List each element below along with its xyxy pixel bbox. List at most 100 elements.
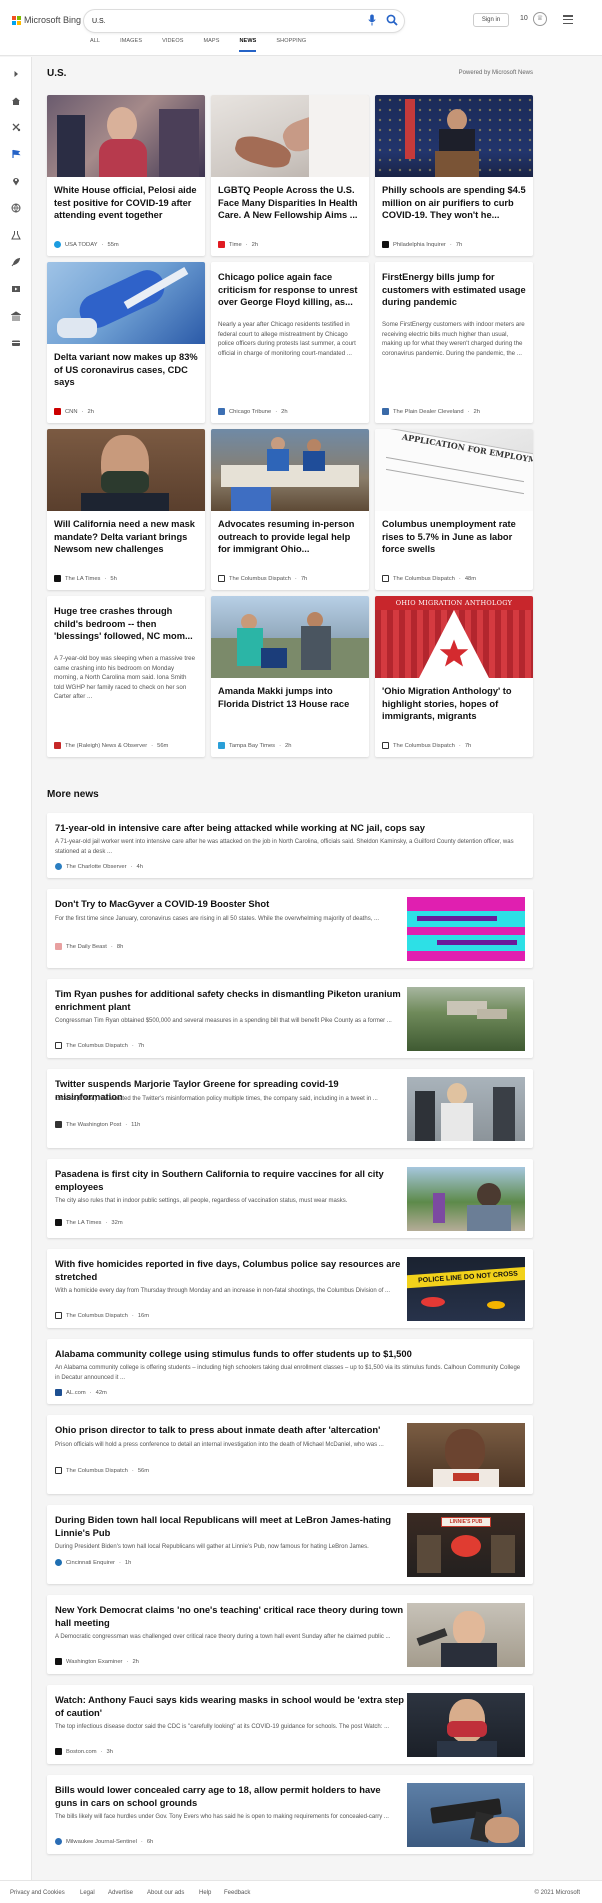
- home-icon[interactable]: [11, 96, 21, 106]
- search-input[interactable]: [92, 14, 352, 28]
- row-headline[interactable]: Don't Try to MacGyver a COVID-19 Booster…: [55, 898, 405, 911]
- row-headline[interactable]: Watch: Anthony Fauci says kids wearing m…: [55, 1694, 405, 1719]
- bank-icon[interactable]: [11, 311, 21, 321]
- card-headline[interactable]: Delta variant now makes up 83% of US cor…: [47, 344, 205, 395]
- news-card[interactable]: Will California need a new mask mandate?…: [47, 429, 205, 590]
- footer-link-feedback[interactable]: Feedback: [224, 1890, 250, 1896]
- sign-in-button[interactable]: Sign in: [473, 13, 509, 27]
- rewards-count[interactable]: 10: [520, 15, 528, 22]
- news-card[interactable]: Amanda Makki jumps into Florida District…: [211, 596, 369, 757]
- card-time: 2h: [251, 241, 259, 248]
- rewards-icon[interactable]: ♕: [533, 12, 547, 26]
- tab-news[interactable]: NEWS: [239, 37, 257, 52]
- bing-logo[interactable]: Microsoft Bing: [12, 15, 81, 25]
- card-headline[interactable]: Columbus unemployment rate rises to 5.7%…: [375, 511, 533, 562]
- news-card[interactable]: White House official, Pelosi aide test p…: [47, 95, 205, 256]
- row-headline[interactable]: New York Democrat claims 'no one's teach…: [55, 1604, 405, 1629]
- science-icon[interactable]: [11, 230, 21, 240]
- card-headline[interactable]: Advocates resuming in-person outreach to…: [211, 511, 369, 562]
- expand-icon[interactable]: [11, 69, 21, 79]
- news-row[interactable]: Ohio prison director to talk to press ab…: [47, 1415, 533, 1494]
- row-headline[interactable]: Tim Ryan pushes for additional safety ch…: [55, 988, 405, 1013]
- news-row[interactable]: 71-year-old in intensive care after bein…: [47, 813, 533, 878]
- news-card[interactable]: Advocates resuming in-person outreach to…: [211, 429, 369, 590]
- row-headline[interactable]: Pasadena is first city in Southern Calif…: [55, 1168, 405, 1193]
- row-headline[interactable]: With five homicides reported in five day…: [55, 1258, 405, 1283]
- police-tape-photo: POLICE LINE DO NOT CROSS: [407, 1257, 525, 1321]
- card-headline[interactable]: 'Ohio Migration Anthology' to highlight …: [375, 678, 533, 729]
- tab-videos[interactable]: VIDEOS: [162, 37, 183, 52]
- news-row[interactable]: During Biden town hall local Republicans…: [47, 1505, 533, 1584]
- news-row[interactable]: New York Democrat claims 'no one's teach…: [47, 1595, 533, 1674]
- card-headline[interactable]: FirstEnergy bills jump for customers wit…: [375, 262, 533, 314]
- row-source: Boston.com: [66, 1748, 97, 1755]
- news-card[interactable]: Philly schools are spending $4.5 million…: [375, 95, 533, 256]
- row-source: AL.com: [66, 1389, 86, 1396]
- row-snippet: For the first time since January, corona…: [55, 916, 380, 922]
- rocket-icon[interactable]: [11, 257, 21, 267]
- row-source: The Daily Beast: [66, 943, 107, 950]
- news-card[interactable]: FirstEnergy bills jump for customers wit…: [375, 262, 533, 423]
- handgun-photo: [407, 1783, 525, 1847]
- top-bar: Microsoft Bing Sign in 10 ♕ ALL IMAGES V…: [0, 0, 602, 56]
- row-headline[interactable]: Ohio prison director to talk to press ab…: [55, 1424, 405, 1437]
- row-snippet: A 71-year-old jail worker went into inte…: [55, 839, 514, 855]
- pasadena-photo: [407, 1167, 525, 1231]
- card-snippet: A 7-year-old boy was sleeping when a mas…: [54, 655, 196, 700]
- row-headline[interactable]: Alabama community college using stimulus…: [55, 1348, 525, 1361]
- microphone-icon[interactable]: [368, 14, 376, 26]
- footer-link-about-ads[interactable]: About our ads: [147, 1890, 184, 1896]
- card-source: The Columbus Dispatch: [229, 575, 291, 582]
- anthology-photo: OHIO MIGRATION ANTHOLOGY: [375, 596, 533, 678]
- row-time: 6h: [146, 1838, 154, 1845]
- card-headline[interactable]: Huge tree crashes through child's bedroo…: [47, 596, 205, 648]
- card-headline[interactable]: Chicago police again face criticism for …: [211, 262, 369, 314]
- footer-link-advertise[interactable]: Advertise: [108, 1890, 133, 1896]
- sports-icon[interactable]: [11, 122, 21, 132]
- news-row[interactable]: Twitter suspends Marjorie Taylor Greene …: [47, 1069, 533, 1148]
- card-headline[interactable]: Philly schools are spending $4.5 million…: [375, 177, 533, 228]
- flag-icon[interactable]: [11, 149, 21, 159]
- news-row[interactable]: Bills would lower concealed carry age to…: [47, 1775, 533, 1854]
- news-card[interactable]: Huge tree crashes through child's bedroo…: [47, 596, 205, 757]
- tab-shopping[interactable]: SHOPPING: [276, 37, 306, 52]
- news-row[interactable]: Don't Try to MacGyver a COVID-19 Booster…: [47, 889, 533, 968]
- card-headline[interactable]: White House official, Pelosi aide test p…: [47, 177, 205, 228]
- news-card[interactable]: APPLICATION FOR EMPLOYMENT Columbus unem…: [375, 429, 533, 590]
- news-row[interactable]: Watch: Anthony Fauci says kids wearing m…: [47, 1685, 533, 1764]
- footer-link-help[interactable]: Help: [199, 1890, 211, 1896]
- cnn-icon: [54, 408, 61, 415]
- card-headline[interactable]: LGBTQ People Across the U.S. Face Many D…: [211, 177, 369, 228]
- card-time: 56m: [157, 742, 169, 749]
- search-icon[interactable]: [386, 14, 398, 26]
- row-source: The Columbus Dispatch: [66, 1312, 128, 1319]
- row-snippet: The city also rules that in indoor publi…: [55, 1198, 348, 1204]
- microsoft-logo-icon: [12, 15, 21, 25]
- footer-link-legal[interactable]: Legal: [80, 1890, 95, 1896]
- footer-link-privacy[interactable]: Privacy and Cookies: [10, 1890, 65, 1896]
- card-headline[interactable]: Will California need a new mask mandate?…: [47, 511, 205, 562]
- card-headline[interactable]: Amanda Makki jumps into Florida District…: [211, 678, 369, 729]
- news-card[interactable]: Chicago police again face criticism for …: [211, 262, 369, 423]
- news-card[interactable]: Delta variant now makes up 83% of US cor…: [47, 262, 205, 423]
- row-headline[interactable]: During Biden town hall local Republicans…: [55, 1514, 405, 1539]
- film-icon[interactable]: [11, 284, 21, 294]
- row-headline[interactable]: Bills would lower concealed carry age to…: [55, 1784, 405, 1809]
- news-card[interactable]: LGBTQ People Across the U.S. Face Many D…: [211, 95, 369, 256]
- news-card[interactable]: OHIO MIGRATION ANTHOLOGY 'Ohio Migration…: [375, 596, 533, 757]
- wallet-icon[interactable]: [11, 338, 21, 348]
- page-footer: Privacy and Cookies Legal Advertise Abou…: [0, 1880, 602, 1903]
- milwaukee-journal-sentinel-icon: [55, 1838, 62, 1845]
- hamburger-menu-icon[interactable]: [563, 15, 573, 24]
- row-headline[interactable]: 71-year-old in intensive care after bein…: [55, 822, 525, 835]
- tab-images[interactable]: IMAGES: [120, 37, 142, 52]
- news-row[interactable]: With five homicides reported in five day…: [47, 1249, 533, 1328]
- charlotte-observer-icon: [55, 863, 62, 870]
- tab-all[interactable]: ALL: [90, 37, 100, 52]
- news-row[interactable]: Tim Ryan pushes for additional safety ch…: [47, 979, 533, 1058]
- tab-maps[interactable]: MAPS: [203, 37, 219, 52]
- news-row[interactable]: Alabama community college using stimulus…: [47, 1339, 533, 1404]
- globe-icon[interactable]: [11, 203, 21, 213]
- pin-icon[interactable]: [11, 176, 21, 186]
- news-row[interactable]: Pasadena is first city in Southern Calif…: [47, 1159, 533, 1238]
